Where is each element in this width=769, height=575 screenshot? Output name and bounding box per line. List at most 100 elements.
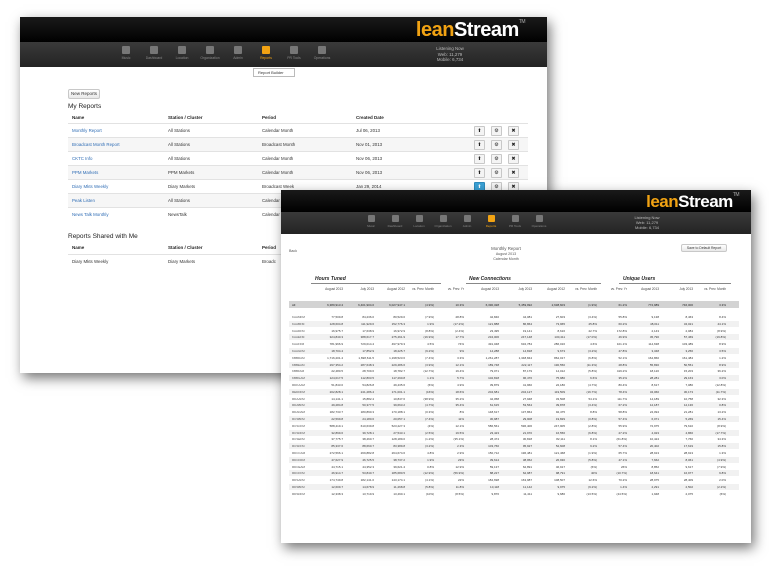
upload-icon[interactable]: ⬆ [474, 126, 485, 136]
report-created: Nov 06, 2013 [356, 170, 383, 175]
data-cell: (1.9%) [588, 451, 597, 455]
report-name-link[interactable]: PPM Markets [72, 170, 98, 175]
data-cell: 13.2% [717, 410, 726, 415]
data-cell: 324,840.3 [329, 335, 343, 340]
close-icon[interactable]: ✖ [508, 168, 519, 178]
data-cell: 5.7% [457, 376, 464, 381]
data-cell: 39,728.1 [362, 430, 374, 435]
data-cell: 18.6% [455, 389, 464, 394]
data-cell: 1.4% [620, 485, 627, 489]
data-cell: 48,011 [650, 321, 659, 326]
data-cell: 297,354.2 [329, 362, 343, 367]
nav-organization[interactable]: Organization [432, 215, 454, 228]
shared-row-station: Diary Markets [168, 259, 196, 264]
data-cell: 128,604.8 [329, 321, 343, 326]
data-cell: 50,377.5 [362, 403, 374, 408]
data-cell: 2,075 [685, 491, 693, 496]
data-cell: 28,975 [649, 478, 659, 483]
station-name: RCSDFM [292, 430, 305, 435]
data-cell: 19.5% [455, 430, 464, 435]
report-name-link[interactable]: News Talk Monthly [72, 212, 109, 217]
station-row: RCSDFM 32,899.6 39,728.1 27,543.1 (2.5%) 19.5… [289, 429, 739, 436]
save-default-report-button[interactable]: Save to Default Report [681, 244, 727, 252]
station-name: RDCCAM [292, 451, 306, 455]
nav-music[interactable]: Music [360, 215, 382, 228]
report-name-link[interactable]: Peak Listen [72, 198, 95, 203]
close-icon[interactable]: ✖ [508, 154, 519, 164]
data-cell: 35.4% [455, 403, 464, 408]
station-name: RDSAFM [292, 478, 305, 483]
data-cell: (7.4%) [425, 355, 434, 360]
upload-icon[interactable]: ⬆ [474, 154, 485, 164]
upload-icon[interactable]: ⬆ [474, 168, 485, 178]
station-row: RCSEFM 37,775.7 38,460.7 128,189.0 (1.2%) (35… [289, 436, 739, 442]
data-cell: 47.8% [618, 349, 627, 353]
data-cell: 13,490.1 [393, 491, 405, 496]
nav-location[interactable]: Location [169, 46, 195, 60]
data-cell: 57,469 [683, 335, 693, 340]
station-row: RCSBFM 22,599.8 24,180.6 20,057.1 (7.4%) 11% 3… [289, 416, 739, 422]
nav-reports[interactable]: Reports [253, 46, 279, 60]
nav-admin[interactable]: Admin [225, 46, 251, 60]
new-reports-button[interactable]: New Reports [68, 89, 100, 99]
gear-icon[interactable]: ⚙ [491, 126, 502, 136]
nav-pr-tools[interactable]: PR Tools [504, 215, 526, 228]
data-cell: 103,760 [488, 444, 499, 449]
column-header: August 2013 [481, 287, 499, 291]
data-cell: 12.1% [455, 423, 464, 428]
data-cell: 170,188.1 [391, 410, 405, 415]
data-cell: 114,638 [648, 342, 659, 347]
report-title: Monthly Report [491, 246, 521, 251]
nav-dashboard[interactable]: Dashboard [384, 215, 406, 228]
report-name-link[interactable]: Monthly Report [72, 128, 102, 133]
nav-music[interactable]: Music [113, 46, 139, 60]
data-cell: 632,784 [521, 342, 532, 347]
gear-icon[interactable]: ⚙ [491, 154, 502, 164]
report-row[interactable]: Broadcast Month Report All Stations Broadc… [68, 137, 528, 151]
data-cell: (1.2%) [425, 437, 434, 442]
nav-dashboard[interactable]: Dashboard [141, 46, 167, 60]
nav-operations[interactable]: Operations [528, 215, 550, 228]
data-cell: 12,187 [649, 403, 659, 408]
report-name-link[interactable]: Broadcast Month Report [72, 142, 120, 147]
data-cell: 3.0% [719, 376, 726, 381]
data-cell: 596,406 [521, 423, 532, 428]
data-cell: (2.2%) [717, 485, 726, 489]
report-name-link[interactable]: Diary Mkts Weekly [72, 184, 108, 189]
nav-operations[interactable]: Operations [309, 46, 335, 60]
data-cell: 35.2% [618, 376, 627, 381]
station-row: RDCFFM 46,914.7 53,840.7 185,680.5 (12.9%) (5… [289, 470, 739, 477]
report-row[interactable]: PPM Markets PPM Markets Calendar Month Nov … [68, 165, 528, 179]
nav-admin[interactable]: Admin [456, 215, 478, 228]
data-cell: 9.8% [719, 471, 726, 476]
data-cell: (8.9%) [717, 423, 726, 428]
gear-icon[interactable]: ⚙ [491, 168, 502, 178]
data-cell: 586,561 [488, 423, 499, 428]
station-name: KAAEFM [292, 335, 305, 340]
gear-icon[interactable]: ⚙ [491, 140, 502, 150]
report-row[interactable]: Monthly Report All Stations Calendar Month… [68, 123, 528, 137]
back-link[interactable]: Back [289, 249, 297, 253]
report-name-link[interactable]: CKTC Info [72, 156, 93, 161]
data-cell: 6.6% [590, 376, 597, 381]
close-icon[interactable]: ✖ [508, 140, 519, 150]
nav-organization[interactable]: Organization [197, 46, 223, 60]
column-header: July 2013 [360, 287, 374, 291]
nav-pr-tools[interactable]: PR Tools [281, 46, 307, 60]
report-station: All Stations [168, 142, 190, 147]
station-name: RCSBFM [292, 417, 305, 421]
data-cell: 121,888 [488, 321, 499, 326]
report-builder-menu-item[interactable]: Report Builder [253, 68, 295, 77]
totals-cell: 6,389,913.4 [327, 302, 343, 307]
report-row[interactable]: CKTC Info All Stations Calendar Month Nov 0… [68, 151, 528, 165]
data-cell: 13,719.9 [362, 491, 374, 496]
upload-icon[interactable]: ⬆ [474, 140, 485, 150]
nav-reports[interactable]: Reports [480, 215, 502, 228]
data-cell: 10,847.6 [393, 396, 405, 401]
shared-row-name: Diary Mkts Weekly [72, 259, 109, 264]
listening-now: Listening Now Web: 11,279 Mobile: 6,734 [436, 46, 464, 62]
data-cell: 1,948 [651, 491, 659, 496]
report-period: Broadcast Week [262, 184, 295, 189]
close-icon[interactable]: ✖ [508, 126, 519, 136]
nav-location[interactable]: Location [408, 215, 430, 228]
